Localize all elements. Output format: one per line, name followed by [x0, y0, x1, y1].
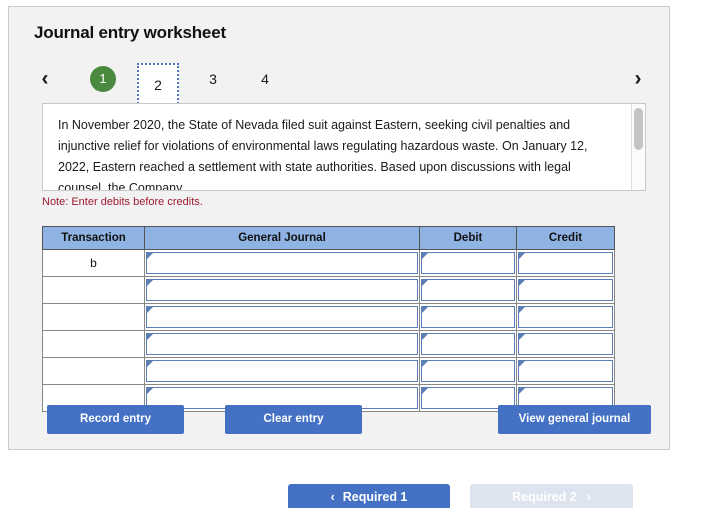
credit-amount-input[interactable]: [518, 252, 613, 274]
column-header-general-journal: General Journal: [144, 226, 420, 250]
page-root: Journal entry worksheet ‹ 1 2 3 4 › In N…: [0, 0, 724, 508]
next-page-chevron-right-icon[interactable]: ›: [627, 65, 649, 93]
credit-cell: [516, 330, 615, 358]
debit-cell: [419, 330, 517, 358]
debit-amount-input[interactable]: [421, 306, 515, 328]
chevron-left-icon: ‹: [330, 490, 335, 504]
credit-amount-input[interactable]: [518, 360, 613, 382]
prev-page-chevron-left-icon[interactable]: ‹: [34, 65, 56, 93]
general-journal-cell: [144, 276, 420, 304]
general-journal-cell: [144, 330, 420, 358]
debit-cell: [419, 303, 517, 331]
clear-entry-button[interactable]: Clear entry: [225, 405, 362, 434]
worksheet-tab-4[interactable]: 4: [248, 63, 282, 95]
credit-amount-input[interactable]: [518, 333, 613, 355]
column-header-credit: Credit: [516, 226, 615, 250]
chevron-right-icon: ›: [586, 490, 591, 504]
transaction-narrative-text: In November 2020, the State of Nevada fi…: [58, 118, 588, 191]
debit-amount-input[interactable]: [421, 252, 515, 274]
worksheet-tab-1[interactable]: 1: [90, 66, 116, 92]
record-entry-button[interactable]: Record entry: [47, 405, 184, 434]
required-1-button[interactable]: ‹ Required 1: [288, 484, 450, 508]
transaction-label-cell: [42, 357, 145, 385]
general-journal-account-select[interactable]: [146, 306, 418, 328]
narrative-scrollbar-thumb[interactable]: [634, 108, 643, 150]
credit-amount-input[interactable]: [518, 279, 613, 301]
table-row: [42, 330, 615, 358]
required-2-button[interactable]: Required 2 ›: [470, 484, 633, 508]
column-header-debit: Debit: [419, 226, 517, 250]
debit-cell: [419, 357, 517, 385]
debit-amount-input[interactable]: [421, 360, 515, 382]
table-row: b: [42, 249, 615, 277]
credit-cell: [516, 357, 615, 385]
table-row: [42, 303, 615, 331]
worksheet-tab-2[interactable]: 2: [137, 63, 179, 107]
table-row: [42, 357, 615, 385]
column-header-transaction: Transaction: [42, 226, 145, 250]
transaction-label-cell: b: [42, 249, 145, 277]
general-journal-account-select[interactable]: [146, 360, 418, 382]
debit-cell: [419, 276, 517, 304]
page-title: Journal entry worksheet: [34, 23, 226, 42]
table-row: [42, 276, 615, 304]
general-journal-cell: [144, 249, 420, 277]
credit-amount-input[interactable]: [518, 306, 613, 328]
required-2-label: Required 2: [512, 490, 577, 504]
general-journal-account-select[interactable]: [146, 333, 418, 355]
general-journal-cell: [144, 357, 420, 385]
journal-entry-table: Transaction General Journal Debit Credit…: [42, 226, 615, 412]
credit-cell: [516, 276, 615, 304]
transaction-narrative-box: In November 2020, the State of Nevada fi…: [42, 103, 646, 191]
table-header-row: Transaction General Journal Debit Credit: [42, 226, 615, 250]
debit-amount-input[interactable]: [421, 279, 515, 301]
general-journal-account-select[interactable]: [146, 279, 418, 301]
general-journal-account-select[interactable]: [146, 252, 418, 274]
credit-cell: [516, 303, 615, 331]
debit-amount-input[interactable]: [421, 333, 515, 355]
debits-before-credits-note: Note: Enter debits before credits.: [42, 196, 203, 208]
transaction-label-cell: [42, 330, 145, 358]
worksheet-tab-strip: ‹ 1 2 3 4 ›: [34, 63, 649, 107]
debit-cell: [419, 249, 517, 277]
required-1-label: Required 1: [342, 490, 408, 504]
general-journal-cell: [144, 303, 420, 331]
transaction-label-cell: [42, 276, 145, 304]
journal-entry-worksheet-card: Journal entry worksheet ‹ 1 2 3 4 › In N…: [8, 6, 670, 450]
view-general-journal-button[interactable]: View general journal: [498, 405, 651, 434]
narrative-scrollbar[interactable]: [631, 104, 645, 190]
worksheet-tab-3[interactable]: 3: [196, 63, 230, 95]
credit-cell: [516, 249, 615, 277]
transaction-label-cell: [42, 303, 145, 331]
